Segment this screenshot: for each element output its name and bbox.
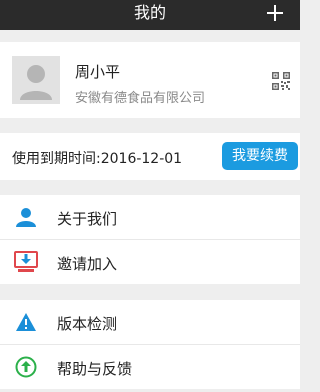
plus-icon — [267, 5, 283, 21]
menu-item-label: 关于我们 — [57, 210, 118, 228]
renew-button[interactable]: 我要续费 — [222, 142, 298, 170]
menu-item-label: 帮助与反馈 — [57, 360, 133, 378]
page-title: 我的 — [133, 3, 166, 22]
expiry-date-text: 使用到期时间:2016-12-01 — [12, 151, 183, 167]
menu-item-invite[interactable]: 邀请加入 — [0, 240, 300, 284]
user-icon — [14, 206, 38, 228]
top-bar: 我的 — [0, 0, 300, 30]
warning-icon — [14, 311, 38, 333]
menu-item-about-us[interactable]: 关于我们 — [0, 195, 300, 239]
menu-item-label: 版本检测 — [57, 315, 118, 333]
monitor-download-icon — [14, 251, 38, 273]
default-avatar-icon — [12, 56, 60, 104]
qr-code-icon[interactable] — [272, 72, 290, 90]
user-name: 周小平 — [75, 63, 121, 81]
menu-item-version-check[interactable]: 版本检测 — [0, 300, 300, 344]
menu-item-help-feedback[interactable]: 帮助与反馈 — [0, 345, 300, 389]
menu-item-label: 邀请加入 — [57, 255, 118, 273]
subscription-row: 使用到期时间:2016-12-01 我要续费 — [0, 133, 300, 180]
avatar — [12, 56, 60, 104]
profile-card[interactable]: 周小平 安徽有德食品有限公司 — [0, 42, 300, 118]
add-button[interactable] — [262, 0, 288, 26]
up-arrow-circle-icon — [14, 356, 38, 378]
company-name: 安徽有德食品有限公司 — [75, 91, 206, 106]
